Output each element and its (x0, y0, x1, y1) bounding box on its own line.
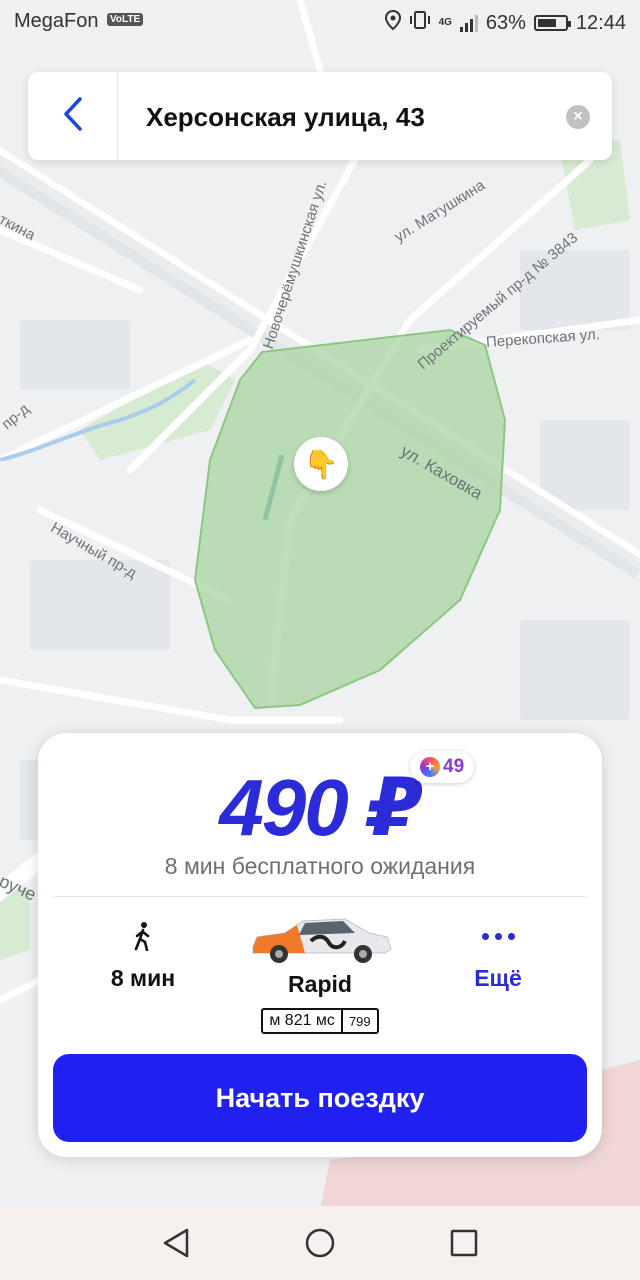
back-button[interactable] (28, 72, 118, 160)
pickup-zone (193, 328, 507, 710)
triangle-back-icon (163, 1228, 189, 1258)
network-type: 4G (438, 17, 452, 28)
waiting-info: 8 мин бесплатного ожидания (164, 853, 476, 879)
start-ride-button[interactable]: Начать поездку (53, 1054, 587, 1142)
nav-recents-button[interactable] (447, 1226, 481, 1260)
circle-home-icon (305, 1228, 335, 1258)
battery-percent: 63% (485, 11, 526, 34)
status-bar: MegaFon VoLTE 4G 63% 12:44 (0, 0, 640, 44)
plus-points: 49 (443, 756, 465, 777)
plus-icon: + (420, 757, 440, 777)
nav-back-button[interactable] (159, 1226, 193, 1260)
walk-time: 8 мин (110, 965, 176, 991)
clear-icon: × (573, 108, 583, 125)
walking-icon (83, 913, 203, 959)
car-model: Rapid (288, 971, 352, 997)
address-search-bar[interactable]: Херсонская улица, 43 × (28, 72, 612, 160)
signal-icon (459, 14, 478, 32)
battery-icon (533, 15, 571, 31)
ride-price: 490 ₽ (219, 763, 422, 852)
car-icon (252, 918, 392, 963)
location-icon (384, 9, 401, 36)
carrier-name: MegaFon (14, 10, 99, 32)
address-input[interactable]: Херсонская улица, 43 (146, 102, 425, 133)
clear-button[interactable]: × (566, 105, 590, 129)
square-recents-icon (450, 1229, 478, 1257)
more-label: Ещё (474, 965, 522, 991)
clock: 12:44 (575, 11, 626, 34)
plate-region: 799 (340, 1010, 377, 1032)
vibrate-icon (409, 10, 431, 36)
pointing-down-icon: 👇 (303, 448, 339, 480)
ride-card: 490 ₽ + 49 8 мин бесплатного ожидания 8 … (38, 733, 602, 1157)
nav-home-button[interactable] (303, 1226, 337, 1260)
more-button[interactable]: Ещё (433, 913, 563, 992)
walk-time-option: 8 мин (83, 913, 203, 992)
chevron-left-icon (62, 96, 84, 137)
car-option[interactable]: Rapid м 821 мс 799 (230, 913, 410, 1034)
location-pin[interactable]: 👇 (294, 437, 348, 491)
divider (54, 896, 586, 897)
plus-points-badge[interactable]: + 49 (410, 751, 475, 783)
plate-number: м 821 мс (269, 1012, 335, 1029)
license-plate: м 821 мс 799 (261, 1008, 379, 1034)
system-nav-bar (0, 1206, 640, 1280)
volte-badge: VoLTE (107, 13, 144, 26)
more-dots-icon (433, 913, 563, 959)
